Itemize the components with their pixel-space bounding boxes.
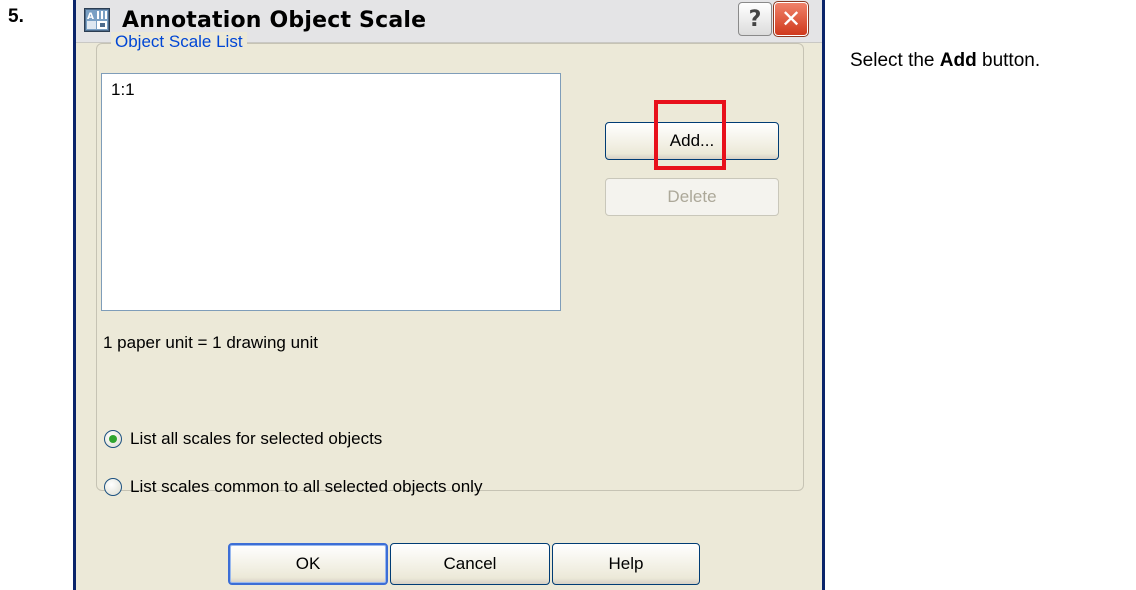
close-button[interactable]: ✕ [773,1,809,37]
app-icon: A [84,8,110,32]
instruction-text: Select the Add button. [850,50,1040,72]
close-icon: ✕ [780,5,802,33]
radio-list-all-scales[interactable]: List all scales for selected objects [104,427,382,451]
list-item[interactable]: 1:1 [111,80,135,100]
ok-button-label: OK [295,554,321,573]
help-button-label: Help [608,554,644,573]
add-button-label: Add... [669,131,715,150]
group-label: Object Scale List [111,32,247,52]
instruction-prefix: Select the [850,50,940,71]
radio-label: List all scales for selected objects [130,429,383,448]
help-button[interactable]: Help [552,543,700,585]
annotation-object-scale-dialog: A Annotation Object Scale ? ✕ Object Sca… [73,0,825,590]
radio-button[interactable] [104,478,122,496]
ok-button[interactable]: OK [228,543,388,585]
radio-button-checked[interactable] [104,430,122,448]
dialog-title: Annotation Object Scale [122,8,427,33]
cancel-button[interactable]: Cancel [390,543,550,585]
cancel-button-label: Cancel [443,554,497,573]
instruction-suffix: button. [976,50,1041,71]
instruction-bold: Add [939,50,977,71]
radio-list-common-scales[interactable]: List scales common to all selected objec… [104,475,482,499]
question-mark-icon: ? [748,6,762,32]
object-scale-listbox[interactable]: 1:1 [101,73,561,311]
radio-label: List scales common to all selected objec… [130,477,483,496]
help-title-button[interactable]: ? [738,2,772,36]
paper-unit-text: 1 paper unit = 1 drawing unit [103,333,319,352]
step-number: 5. [8,6,24,27]
delete-button-label: Delete [667,187,717,206]
add-button[interactable]: Add... [605,122,779,160]
delete-button[interactable]: Delete [605,178,779,216]
svg-text:A: A [87,12,94,22]
